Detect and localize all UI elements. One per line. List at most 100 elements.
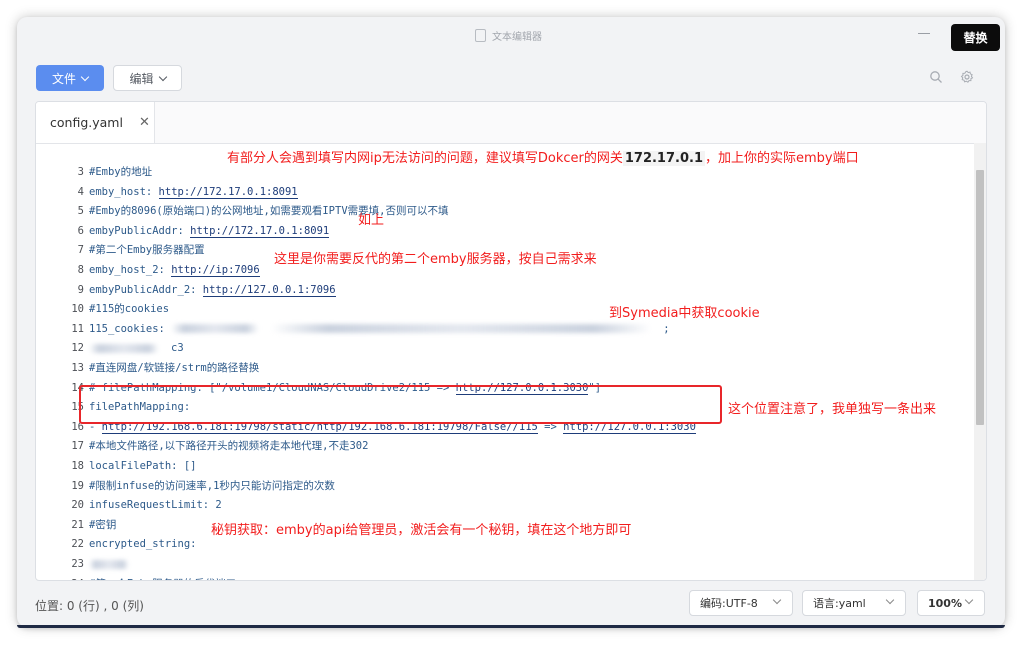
- language-value: yaml: [838, 596, 866, 610]
- annotation-gateway-tail: ，加上你的实际emby端口: [705, 151, 859, 166]
- code-url[interactable]: http://172.17.0.1:8091: [158, 185, 298, 199]
- code-url[interactable]: http://127.0.0.1:7096: [202, 283, 336, 297]
- line-text: localFilePath: []: [89, 457, 196, 476]
- editor-panel: config.yaml ✕ 3 #Emby的地址 4 emby_host: http:…: [35, 101, 987, 581]
- redacted-value: [171, 324, 260, 334]
- line-number: 12: [71, 342, 84, 355]
- redacted-value: [89, 343, 159, 353]
- code-url[interactable]: http://ip:7096: [171, 264, 260, 277]
- zoom-value: 100%: [928, 596, 962, 610]
- line-number: 18: [71, 460, 84, 472]
- status-bar: 位置: 0 (行) , 0 (列) 编码: UTF-8 语言: yaml 100…: [17, 587, 1005, 623]
- zoom-select[interactable]: 100%: [917, 590, 985, 616]
- line-number: 7: [77, 244, 84, 257]
- edit-menu-label: 编辑: [129, 71, 154, 86]
- minimize-icon[interactable]: [918, 33, 930, 34]
- code-text: localFilePath: []: [89, 460, 197, 472]
- code-text: c3: [171, 342, 184, 355]
- replace-button[interactable]: 替换: [951, 24, 1000, 51]
- line-number: 17: [71, 440, 84, 453]
- line-text: emby_host: http://172.17.0.1:8091: [89, 183, 298, 202]
- chevron-down-icon: [158, 72, 167, 81]
- line-text: #Emby的地址: [89, 163, 152, 182]
- code-text: #直连网盘/软链接/strm的路径替换: [89, 362, 260, 374]
- line-text: #第一个Emby服务器的反代端口: [89, 575, 236, 580]
- chevron-down-icon: [80, 72, 90, 81]
- line-text: #第二个Emby服务器配置: [89, 241, 205, 260]
- code-area[interactable]: 3 #Emby的地址 4 emby_host: http://172.17.0.1:8…: [36, 163, 974, 580]
- annotation-path-mapping: 这个位置注意了，我单独写一条出来: [728, 402, 937, 417]
- annotation-secret-key: 秘钥获取：emby的api给管理员，激活会有一个秘钥，填在这个地方即可: [211, 523, 632, 538]
- annotation-gateway-ip: 172.17.0.1: [622, 151, 705, 166]
- line-number: 13: [71, 362, 84, 374]
- code-text: #限制infuse的访问速率,1秒内只能访问指定的次数: [89, 479, 335, 492]
- toolbar: 文件 编辑: [17, 65, 1005, 95]
- annotation-gateway: 有部分人会遇到填写内网ip无法访问的问题，建议填写Dokcer的网关 172.17…: [227, 147, 859, 166]
- document-icon: [475, 29, 486, 42]
- tab-bar: config.yaml ✕: [36, 102, 986, 144]
- file-menu-button[interactable]: 文件: [36, 65, 104, 91]
- line-text: #限制infuse的访问速率,1秒内只能访问指定的次数: [89, 477, 335, 496]
- window-title-text: 文本编辑器: [492, 32, 542, 43]
- annotation-second-server: 这里是你需要反代的第二个emby服务器，按自己需求来: [274, 252, 597, 267]
- line-number: 16: [71, 420, 84, 433]
- chevron-down-icon: [772, 595, 782, 605]
- line-number: 11: [71, 322, 84, 335]
- line-text: #密钥: [89, 516, 116, 535]
- highlight-box: [79, 385, 722, 424]
- code-text: embyPublicAddr_2:: [89, 283, 203, 296]
- code-text: infuseRequestLimit: 2: [89, 499, 222, 512]
- line-number: 14: [71, 381, 84, 394]
- line-number: 6: [77, 224, 84, 237]
- line-text: [89, 555, 141, 574]
- line-number: 9: [77, 283, 84, 296]
- line-text: #115的cookies: [89, 300, 169, 319]
- tab-config-yaml[interactable]: config.yaml ✕: [36, 102, 155, 143]
- code-text: #Emby的8096(原始端口)的公网地址,如需要观看IPTV需要填,否则可以不…: [89, 205, 449, 218]
- line-number: 23: [71, 558, 84, 570]
- gear-icon[interactable]: [960, 70, 974, 84]
- line-number: 24: [36, 575, 84, 580]
- encoding-value: UTF-8: [725, 596, 758, 610]
- chevron-down-icon: [885, 595, 895, 605]
- line-text: 115_cookies: ;: [89, 320, 670, 339]
- line-number: 22: [71, 538, 84, 551]
- search-icon[interactable]: [929, 70, 943, 84]
- encoding-select[interactable]: 编码: UTF-8: [689, 590, 793, 616]
- code-text: #第二个Emby服务器配置: [89, 244, 205, 257]
- redacted-value: [271, 324, 652, 334]
- line-text: #本地文件路径,以下路径开头的视频将走本地代理,不走302: [89, 437, 368, 456]
- window-title: 文本编辑器: [475, 28, 542, 43]
- window-bottom-edge: [17, 625, 1005, 628]
- scrollbar-thumb[interactable]: [976, 170, 984, 425]
- line-number: 20: [71, 499, 84, 512]
- code-text: #本地文件路径,以下路径开头的视频将走本地代理,不走302: [89, 440, 369, 453]
- file-menu-label: 文件: [51, 71, 76, 86]
- code-text: 115_cookies:: [89, 322, 172, 335]
- language-select[interactable]: 语言: yaml: [802, 590, 906, 616]
- line-number: 10: [71, 303, 84, 316]
- code-url[interactable]: http://172.17.0.1:8091: [190, 224, 330, 238]
- title-bar: 文本编辑器: [17, 17, 1005, 53]
- code-text: encrypted_string:: [89, 538, 203, 551]
- line-number: 4: [77, 185, 84, 198]
- line-number: 5: [77, 205, 84, 218]
- line-number: 21: [71, 518, 84, 531]
- line-text: c3: [89, 339, 184, 358]
- line-text: encrypted_string:: [89, 535, 203, 554]
- line-text: embyPublicAddr: http://172.17.0.1:8091: [89, 222, 330, 241]
- edit-menu-button[interactable]: 编辑: [113, 65, 182, 91]
- line-text: #直连网盘/软链接/strm的路径替换: [89, 359, 259, 378]
- code-text: #密钥: [89, 518, 117, 531]
- line-text: emby_host_2: http://ip:7096: [89, 261, 260, 280]
- annotation-cookie: 到Symedia中获取cookie: [609, 306, 760, 321]
- annotation-gateway-text: 有部分人会遇到填写内网ip无法访问的问题，建议填写Dokcer的网关: [227, 151, 623, 166]
- cursor-position: 位置: 0 (行) , 0 (列): [35, 599, 144, 613]
- line-number: 8: [77, 264, 84, 276]
- code-text: embyPublicAddr:: [89, 224, 191, 237]
- code-text: emby_host:: [89, 185, 159, 198]
- code-text: #Emby的地址: [89, 166, 153, 178]
- code-text: ;: [663, 322, 670, 335]
- close-icon[interactable]: ✕: [139, 115, 150, 130]
- code-text: #115的cookies: [89, 303, 170, 316]
